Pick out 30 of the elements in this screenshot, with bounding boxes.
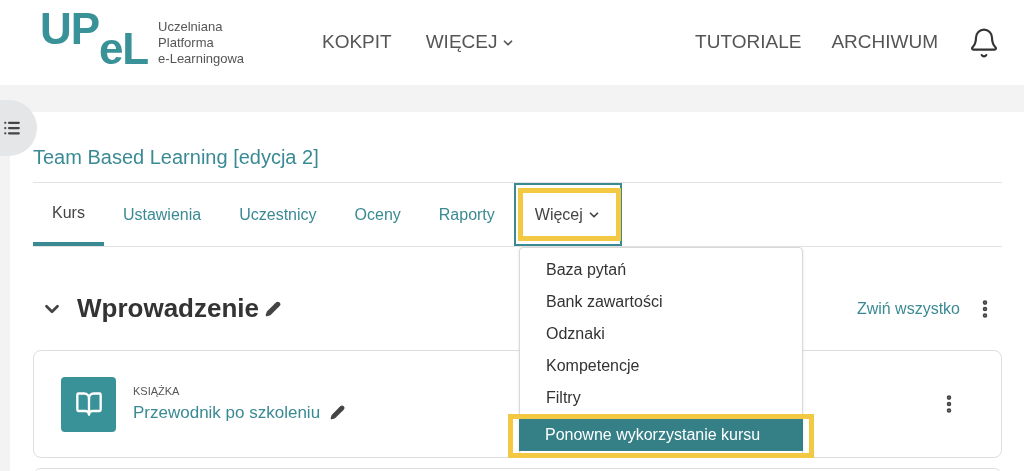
- course-tab[interactable]: Kurs: [33, 183, 104, 246]
- list-icon: [3, 119, 21, 137]
- notifications-bell-icon[interactable]: [968, 26, 1000, 59]
- logo-mark: UPeL: [40, 14, 149, 71]
- logo-text: e-Learningowa: [158, 50, 245, 67]
- course-tab[interactable]: Oceny: [335, 183, 420, 246]
- course-tab[interactable]: Raporty: [419, 183, 514, 246]
- nav-link[interactable]: WIĘCEJ: [425, 28, 516, 57]
- menu-item[interactable]: Kompetencje: [520, 350, 802, 382]
- course-title: Team Based Learning [edycja 2]: [33, 145, 320, 170]
- menu-item[interactable]: Ponowne wykorzystanie kursu: [519, 419, 803, 451]
- nav-link[interactable]: TUTORIALE: [695, 28, 802, 57]
- collapse-all-link[interactable]: Zwiń wszystko: [856, 296, 960, 321]
- course-tab[interactable]: Ustawienia: [103, 183, 221, 246]
- course-tab[interactable]: Więcej: [513, 183, 622, 246]
- menu-item[interactable]: Filtry: [520, 382, 802, 414]
- menu-item[interactable]: Baza pytań: [520, 254, 802, 286]
- menu-item[interactable]: Bank zawartości: [520, 286, 802, 318]
- edit-pencil-icon[interactable]: [265, 300, 281, 317]
- nav-link[interactable]: KOKPIT: [322, 28, 392, 57]
- section-title: Wprowadzenie: [77, 292, 259, 325]
- course-tab[interactable]: Uczestnicy: [220, 183, 336, 246]
- edit-pencil-icon[interactable]: [330, 404, 346, 420]
- activity-type: KSIĄŻKA: [133, 384, 181, 399]
- menu-item[interactable]: Odznaki: [520, 318, 802, 350]
- logo-text: Platforma: [158, 34, 215, 51]
- book-icon: [61, 376, 116, 432]
- nav-link[interactable]: ARCHIWUM: [831, 28, 938, 57]
- logo-text: Uczelniana: [158, 18, 224, 35]
- activity-link[interactable]: Przewodnik po szkoleniu: [133, 399, 321, 425]
